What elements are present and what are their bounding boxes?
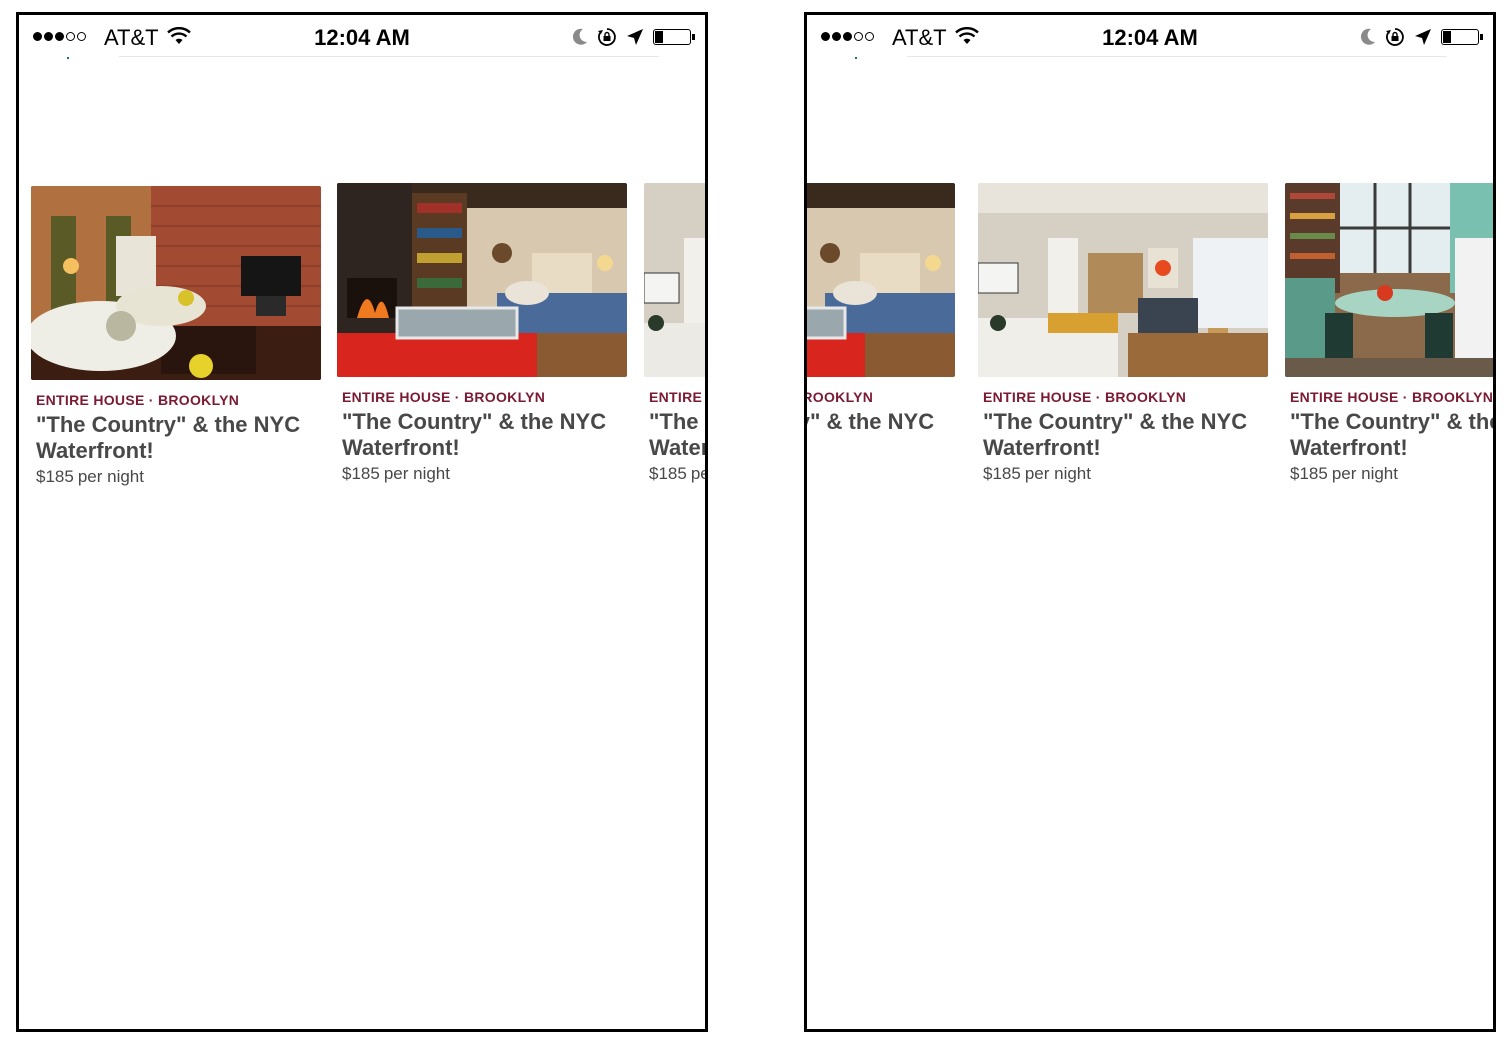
listing-kicker: ENTIRE HOUSE · BROOKLYN [649,389,705,405]
listing-kicker: ENTIRE HOUSE · BROOKLYN [983,389,1187,405]
listing-kicker: ENTIRE HOUSE · BROOKLYN [36,392,240,408]
rotation-lock-icon [598,28,616,46]
listing-carousel[interactable]: ENTIRE HOUSE · BROOKLYN "The Country" & … [31,183,705,513]
location-arrow-icon [627,29,643,45]
status-bar: AT&T 12:04 AM [807,15,1493,59]
listing-price: $185per night [1290,464,1398,483]
listing-photo[interactable] [644,183,705,377]
listing-price: $185per night [36,467,144,486]
listing-title[interactable]: "The Country" & the NYC Waterfront! [342,409,632,461]
navbar-divider [907,56,1447,57]
listing-kicker: ENTIRE HOUSE · BROOKLYN [342,389,546,405]
listing-card[interactable]: ENTIRE HOUSE · BROOKLYN "The Country" & … [1285,183,1494,484]
battery-icon [653,29,695,45]
status-bar: AT&T 12:04 AM [19,15,705,59]
listing-kicker: ENTIRE HOUSE · BROOKLYN [1290,389,1494,405]
navbar-divider [119,56,659,57]
navbar-indicator [67,57,69,59]
listing-photo[interactable] [978,183,1268,377]
listing-card[interactable]: ENTIRE HOUSE · BROOKLYN "The Country" & … [337,183,627,484]
listing-title[interactable]: "The Country" & the NYC Waterfront! [1290,409,1493,461]
listing-card[interactable]: ENTIRE HOUSE · BROOKLYN "The Country" & … [644,183,705,484]
moon-icon [572,28,587,45]
phone-screen-before: AT&T 12:04 AM ENTIRE HOUSE · BROOKLYN "T… [16,12,708,1032]
listing-card[interactable]: ENTIRE HOUSE · BROOKLYN "The Country" & … [31,186,321,487]
battery-icon [1441,29,1483,45]
listing-title[interactable]: "The Country" & the NYC Waterfront! [983,409,1273,461]
listing-photo[interactable] [1285,183,1493,377]
listing-title[interactable]: "The Country" & the NYC Waterfront! [807,409,960,461]
phone-screen-after: AT&T 12:04 AM OOKLYN " & the NYC ENTIRE … [804,12,1496,1032]
listing-card[interactable]: ENTIRE HOUSE · BROOKLYN "The Country" & … [978,183,1268,484]
navbar-indicator [855,57,857,59]
listing-card[interactable]: ENTIRE HOUSE · BROOKLYN "The Country" & … [807,183,955,484]
listing-title[interactable]: "The Country" & the NYC Waterfront! [36,412,326,464]
location-arrow-icon [1415,29,1431,45]
listing-price: $185per night [983,464,1091,483]
listing-price: $185per night [649,464,705,483]
listing-price: $185per night [807,464,950,484]
rotation-lock-icon [1386,28,1404,46]
listing-price: $185per night [342,464,450,483]
listing-title[interactable]: "The Country" & the NYC Waterfront! [649,409,705,461]
listing-photo[interactable] [337,183,627,377]
listing-kicker: ENTIRE HOUSE · BROOKLYN [807,389,874,405]
moon-icon [1360,28,1375,45]
listing-photo[interactable] [807,183,955,377]
listing-photo[interactable] [31,186,321,380]
listing-carousel[interactable]: ENTIRE HOUSE · BROOKLYN "The Country" & … [807,183,1494,513]
